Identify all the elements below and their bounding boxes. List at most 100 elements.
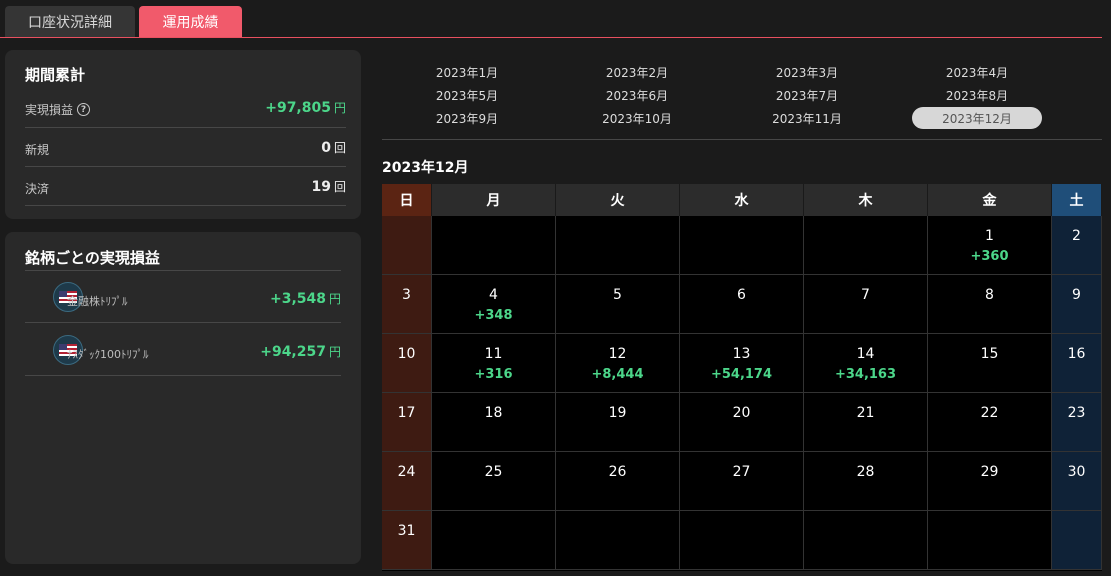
calendar-day-cell[interactable]: 2 bbox=[1052, 216, 1102, 275]
calendar-grid: 日月火水木金土 1 +360 2 3 4 +348 5 6 7 8 9 10 11 +316 12 +8,444… bbox=[382, 184, 1102, 571]
realized-pl-row: 実現損益 ? +97,805 円 bbox=[25, 89, 346, 128]
stock-value: +94,257 円 bbox=[260, 344, 341, 360]
calendar-day-cell[interactable]: 10 bbox=[382, 334, 432, 393]
month-option[interactable]: 2023年2月 bbox=[572, 61, 702, 83]
stock-name: ﾅｽﾀﾞｯｸ100ﾄﾘﾌﾟﾙ bbox=[67, 348, 149, 361]
calendar-day-cell[interactable]: 12 +8,444 bbox=[556, 334, 680, 393]
calendar-day-number: 20 bbox=[732, 405, 751, 421]
help-icon[interactable]: ? bbox=[77, 103, 91, 116]
month-option[interactable]: 2023年1月 bbox=[402, 61, 532, 83]
month-option[interactable]: 2023年5月 bbox=[402, 84, 532, 106]
month-option[interactable]: 2023年12月 bbox=[912, 107, 1042, 129]
calendar-day-cell[interactable]: 21 bbox=[804, 393, 928, 452]
calendar-day-cell[interactable]: 9 bbox=[1052, 275, 1102, 334]
calendar-day-cell[interactable]: 19 bbox=[556, 393, 680, 452]
calendar-day-number: 24 bbox=[397, 464, 416, 480]
month-option[interactable]: 2023年6月 bbox=[572, 84, 702, 106]
calendar-day-cell[interactable]: 17 bbox=[382, 393, 432, 452]
month-option[interactable]: 2023年3月 bbox=[742, 61, 872, 83]
calendar-day-number: 23 bbox=[1067, 405, 1086, 421]
calendar-day-cell[interactable] bbox=[804, 216, 928, 275]
new-value: 0回 bbox=[321, 140, 346, 156]
calendar-day-number: 16 bbox=[1067, 346, 1086, 362]
calendar-day-number: 31 bbox=[397, 523, 416, 539]
realized-pl-label: 実現損益 bbox=[25, 103, 74, 117]
stock-pl-title: 銘柄ごとの実現損益 bbox=[25, 249, 160, 267]
weekday-header: 火 bbox=[556, 184, 680, 216]
calendar-day-cell[interactable]: 25 bbox=[432, 452, 556, 511]
calendar-day-cell[interactable]: 26 bbox=[556, 452, 680, 511]
month-option[interactable]: 2023年11月 bbox=[742, 107, 872, 129]
calendar-day-cell[interactable]: 8 bbox=[928, 275, 1052, 334]
weekday-header: 金 bbox=[928, 184, 1052, 216]
calendar-day-number: 26 bbox=[608, 464, 627, 480]
month-option[interactable]: 2023年9月 bbox=[402, 107, 532, 129]
calendar-day-number: 5 bbox=[613, 287, 622, 303]
calendar-day-number: 3 bbox=[402, 287, 411, 303]
calendar-day-cell[interactable] bbox=[680, 216, 804, 275]
calendar-day-number: 28 bbox=[856, 464, 875, 480]
calendar-day-cell[interactable] bbox=[680, 511, 804, 570]
settled-value: 19 回 bbox=[311, 179, 347, 195]
calendar-day-cell[interactable]: 4 +348 bbox=[432, 275, 556, 334]
calendar-day-number: 18 bbox=[484, 405, 503, 421]
month-option[interactable]: 2023年8月 bbox=[912, 84, 1042, 106]
calendar-day-cell[interactable] bbox=[1052, 511, 1102, 570]
calendar-day-cell[interactable]: 5 bbox=[556, 275, 680, 334]
weekday-header: 水 bbox=[680, 184, 804, 216]
calendar-day-number: 7 bbox=[861, 287, 870, 303]
calendar-day-number: 30 bbox=[1067, 464, 1086, 480]
calendar-day-cell[interactable]: 3 bbox=[382, 275, 432, 334]
month-option[interactable]: 2023年4月 bbox=[912, 61, 1042, 83]
calendar-day-number: 12 bbox=[608, 346, 627, 362]
calendar-day-number: 17 bbox=[397, 405, 416, 421]
calendar-day-cell[interactable] bbox=[804, 511, 928, 570]
tab-account-detail[interactable]: 口座状況詳細 bbox=[5, 6, 135, 37]
month-option[interactable]: 2023年10月 bbox=[572, 107, 702, 129]
calendar-day-cell[interactable]: 30 bbox=[1052, 452, 1102, 511]
calendar-day-number: 27 bbox=[732, 464, 751, 480]
calendar-day-cell[interactable] bbox=[556, 511, 680, 570]
calendar-day-cell[interactable] bbox=[432, 216, 556, 275]
tab-performance[interactable]: 運用成績 bbox=[139, 6, 242, 37]
calendar-day-pl: +316 bbox=[474, 367, 513, 382]
calendar-day-cell[interactable]: 20 bbox=[680, 393, 804, 452]
calendar-day-cell[interactable]: 16 bbox=[1052, 334, 1102, 393]
calendar-day-number: 29 bbox=[980, 464, 999, 480]
calendar-day-cell[interactable]: 14 +34,163 bbox=[804, 334, 928, 393]
calendar-day-cell[interactable]: 22 bbox=[928, 393, 1052, 452]
calendar-day-cell[interactable]: 7 bbox=[804, 275, 928, 334]
weekday-header: 土 bbox=[1052, 184, 1102, 216]
calendar-day-cell[interactable]: 31 bbox=[382, 511, 432, 570]
calendar-day-cell[interactable]: 15 bbox=[928, 334, 1052, 393]
period-summary-title: 期間累計 bbox=[25, 66, 86, 84]
calendar-day-cell[interactable]: 23 bbox=[1052, 393, 1102, 452]
calendar-day-number: 1 bbox=[985, 228, 994, 244]
calendar-day-cell[interactable]: 28 bbox=[804, 452, 928, 511]
calendar-day-number: 4 bbox=[489, 287, 498, 303]
weekday-header: 月 bbox=[432, 184, 556, 216]
month-option[interactable]: 2023年7月 bbox=[742, 84, 872, 106]
stock-value: +3,548 円 bbox=[269, 291, 341, 307]
calendar-day-number: 2 bbox=[1072, 228, 1081, 244]
calendar-day-number: 21 bbox=[856, 405, 875, 421]
calendar-day-number: 11 bbox=[484, 346, 503, 362]
calendar-day-cell[interactable]: 6 bbox=[680, 275, 804, 334]
calendar-day-cell[interactable] bbox=[382, 216, 432, 275]
calendar-day-pl: +8,444 bbox=[591, 367, 644, 382]
realized-pl-value: +97,805 円 bbox=[265, 100, 346, 116]
calendar-day-cell[interactable] bbox=[928, 511, 1052, 570]
settled-label: 決済 bbox=[25, 182, 50, 196]
calendar-day-cell[interactable]: 13 +54,174 bbox=[680, 334, 804, 393]
calendar-day-cell[interactable]: 1 +360 bbox=[928, 216, 1052, 275]
calendar-day-cell[interactable] bbox=[432, 511, 556, 570]
calendar-day-cell[interactable]: 24 bbox=[382, 452, 432, 511]
calendar-day-number: 13 bbox=[732, 346, 751, 362]
calendar-day-cell[interactable] bbox=[556, 216, 680, 275]
calendar-day-cell[interactable]: 29 bbox=[928, 452, 1052, 511]
calendar-day-number: 8 bbox=[985, 287, 994, 303]
settled-count-row: 決済 19 回 bbox=[25, 167, 346, 206]
calendar-day-cell[interactable]: 11 +316 bbox=[432, 334, 556, 393]
calendar-day-cell[interactable]: 27 bbox=[680, 452, 804, 511]
calendar-day-cell[interactable]: 18 bbox=[432, 393, 556, 452]
